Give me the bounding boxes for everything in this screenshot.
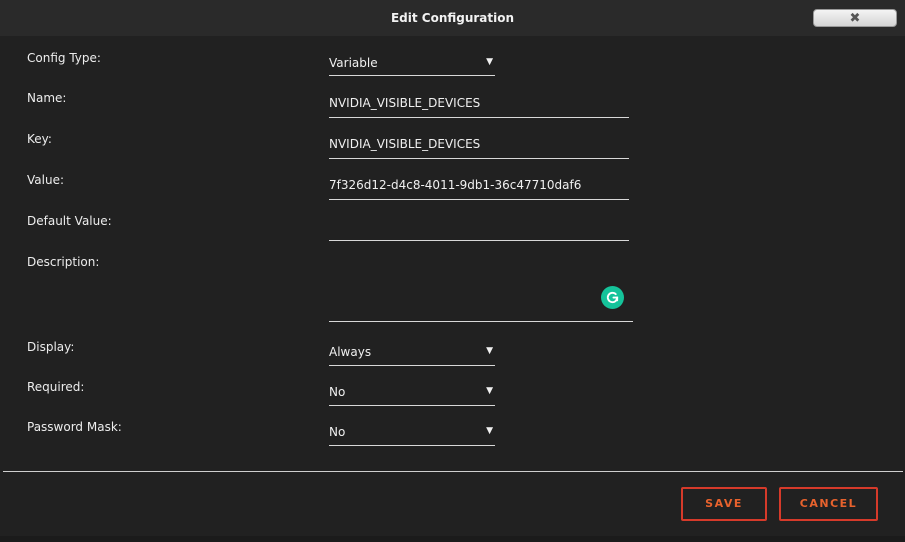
- key-value: NVIDIA_VISIBLE_DEVICES: [329, 137, 481, 151]
- display-select[interactable]: Always ▼: [329, 345, 495, 366]
- required-select[interactable]: No ▼: [329, 385, 495, 406]
- password-mask-label: Password Mask:: [27, 420, 122, 434]
- password-mask-value: No: [329, 425, 346, 439]
- cancel-button[interactable]: CANCEL: [779, 487, 878, 521]
- config-type-select[interactable]: Variable ▼: [329, 56, 495, 76]
- default-value-label: Default Value:: [27, 214, 112, 228]
- value-label: Value:: [27, 173, 64, 187]
- key-label: Key:: [27, 132, 52, 146]
- close-button[interactable]: ✖: [813, 9, 897, 27]
- dropdown-arrow-icon: ▼: [486, 57, 493, 67]
- dialog-titlebar: Edit Configuration ✖: [0, 0, 905, 36]
- description-textarea[interactable]: [329, 252, 633, 322]
- save-button[interactable]: SAVE: [681, 487, 767, 521]
- display-value: Always: [329, 345, 372, 359]
- dialog-title: Edit Configuration: [390, 11, 515, 25]
- config-type-value: Variable: [329, 56, 378, 70]
- edit-configuration-dialog: Edit Configuration ✖ Config Type: Variab…: [0, 0, 905, 542]
- footer-divider: [3, 471, 903, 472]
- description-label: Description:: [27, 255, 100, 269]
- value-value: 7f326d12-d4c8-4011-9db1-36c47710daf6: [329, 178, 582, 192]
- dropdown-arrow-icon: ▼: [486, 426, 493, 436]
- close-icon: ✖: [849, 11, 861, 26]
- name-input[interactable]: NVIDIA_VISIBLE_DEVICES: [329, 96, 629, 118]
- name-label: Name:: [27, 91, 67, 105]
- value-input[interactable]: 7f326d12-d4c8-4011-9db1-36c47710daf6: [329, 178, 629, 200]
- config-type-label: Config Type:: [27, 51, 101, 65]
- dropdown-arrow-icon: ▼: [486, 386, 493, 396]
- required-value: No: [329, 385, 346, 399]
- password-mask-select[interactable]: No ▼: [329, 425, 495, 446]
- required-label: Required:: [27, 380, 85, 394]
- grammarly-icon[interactable]: [601, 286, 624, 309]
- dropdown-arrow-icon: ▼: [486, 346, 493, 356]
- key-input[interactable]: NVIDIA_VISIBLE_DEVICES: [329, 137, 629, 159]
- display-label: Display:: [27, 340, 75, 354]
- name-value: NVIDIA_VISIBLE_DEVICES: [329, 96, 481, 110]
- default-value-input[interactable]: [329, 219, 629, 241]
- background-strip: [0, 536, 905, 542]
